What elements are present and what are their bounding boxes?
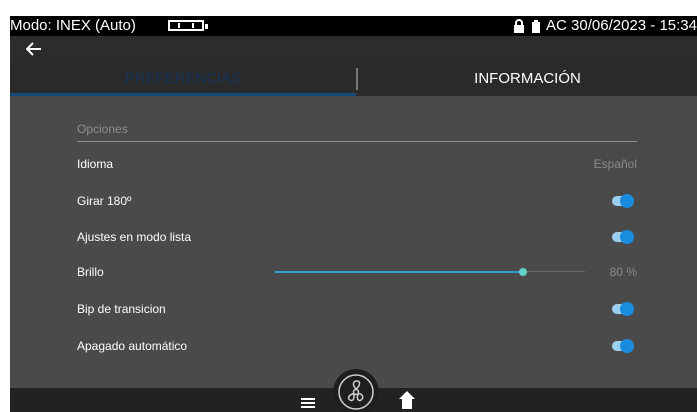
setting-row-brillo: Brillo 80 % [77,262,637,282]
section-divider [77,141,637,142]
arrow-left-icon[interactable] [26,42,42,56]
tab-bar: PREFERENCIAS INFORMACIÓN [10,62,697,96]
battery-icon [168,20,208,31]
brightness-slider[interactable] [275,268,585,276]
list-mode-toggle[interactable] [612,230,634,244]
section-title: Opciones [77,122,128,136]
device-screen: Modo: INEX (Auto) AC 30/06/2023 - 15:34 … [10,16,697,412]
tab-preferencias[interactable]: PREFERENCIAS [10,62,356,96]
setting-label: Idioma [77,157,114,171]
setting-row-apagado: Apagado automático [77,336,637,356]
language-value[interactable]: Español [594,154,637,174]
setting-label: Girar 180º [77,194,132,208]
auto-off-toggle[interactable] [612,339,634,353]
plug-icon [532,19,541,33]
mode-label: Modo: INEX (Auto) [10,17,136,34]
setting-row-modo-lista: Ajustes en modo lista [77,227,637,247]
setting-row-idioma[interactable]: Idioma Español [77,154,637,174]
fan-button[interactable] [333,369,379,412]
setting-label: Bip de transicion [77,302,166,316]
setting-label: Ajustes en modo lista [77,230,192,244]
setting-row-girar: Girar 180º [77,191,637,211]
status-datetime: AC 30/06/2023 - 15:34 [546,17,697,34]
rotate-toggle[interactable] [612,194,634,208]
slider-thumb[interactable] [519,268,527,276]
menu-icon[interactable] [301,397,315,409]
beep-toggle[interactable] [612,302,634,316]
brightness-value: 80 % [609,265,637,279]
setting-row-bip: Bip de transicion [77,299,637,319]
home-icon[interactable] [399,391,415,409]
setting-label: Apagado automático [77,339,188,353]
lock-icon [514,19,525,33]
fan-icon [338,374,374,410]
nav-bar [10,36,697,62]
setting-label: Brillo [77,265,104,279]
tab-informacion[interactable]: INFORMACIÓN [358,62,697,96]
status-bar: Modo: INEX (Auto) AC 30/06/2023 - 15:34 [10,16,697,36]
status-right: AC 30/06/2023 - 15:34 [512,16,697,36]
